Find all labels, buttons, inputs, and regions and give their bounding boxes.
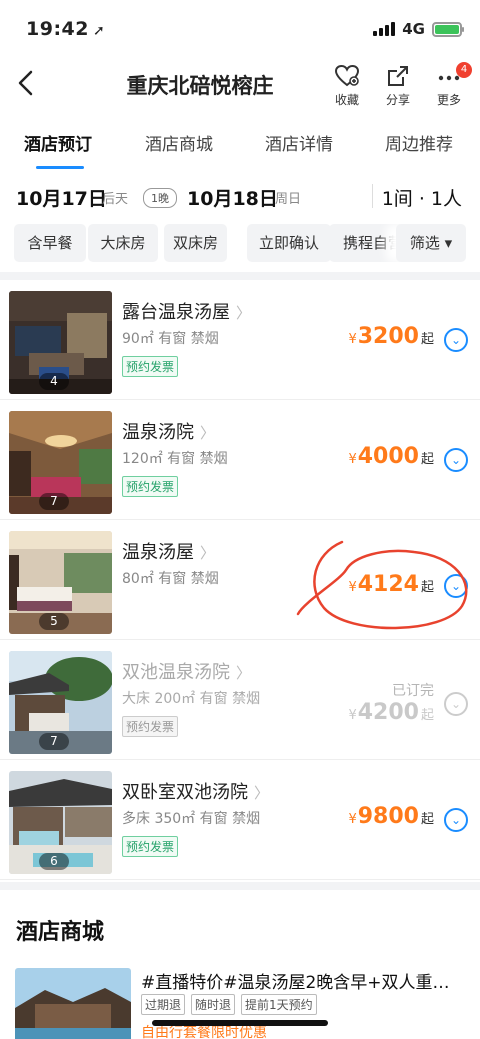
status-time: 19:42 ➚: [26, 18, 106, 40]
checkout-date[interactable]: 10月18日: [187, 184, 278, 211]
divider: [0, 882, 480, 890]
room-photo[interactable]: 7: [9, 411, 112, 514]
photo-count: 6: [39, 853, 69, 870]
room-name[interactable]: 温泉汤屋〉: [122, 538, 215, 564]
home-indicator: [152, 1020, 328, 1026]
signal-icon: [373, 22, 396, 36]
expand-chevron-icon: ⌄: [444, 692, 468, 716]
nights-badge: 1晚: [143, 188, 177, 208]
tab-hotel-details[interactable]: 酒店详情: [265, 130, 333, 155]
product-photo[interactable]: [15, 968, 131, 1039]
chevron-right-icon: 〉: [200, 544, 216, 562]
share-button[interactable]: 分享: [373, 64, 423, 108]
header: 重庆北碚悦榕庄 收藏 分享 更多 4: [0, 58, 480, 114]
room-name[interactable]: 双池温泉汤院〉: [122, 658, 251, 684]
section-title: 酒店商城: [16, 920, 105, 945]
more-label: 更多: [436, 93, 461, 107]
share-label: 分享: [385, 93, 410, 107]
room-name[interactable]: 露台温泉汤屋〉: [122, 298, 251, 324]
expand-chevron-icon[interactable]: ⌄: [444, 448, 468, 472]
room-row[interactable]: 7 温泉汤院〉 120㎡ 有窗 禁烟 预约发票 ¥4000 起 ⌄: [0, 400, 480, 520]
photo-count: 4: [39, 373, 69, 390]
divider: [0, 272, 480, 280]
rooms-guests-selector[interactable]: 1间 · 1人: [382, 184, 462, 211]
room-row[interactable]: 7 双池温泉汤院〉 大床 200㎡ 有窗 禁烟 预约发票 已订完 ¥4200 起 …: [0, 640, 480, 760]
room-row[interactable]: 4 露台温泉汤屋〉 90㎡ 有窗 禁烟 预约发票 ¥3200 起 ⌄: [0, 280, 480, 400]
chevron-right-icon: 〉: [254, 784, 270, 802]
battery-icon: [432, 21, 464, 37]
chevron-right-icon: 〉: [200, 424, 216, 442]
invoice-tag: 预约发票: [122, 356, 179, 377]
mall-product-item[interactable]: #直播特价#温泉汤屋2晚含早+双人重… 过期退 随时退 提前1天预约 自由行套餐…: [0, 962, 480, 1039]
filter-twin-bed[interactable]: 双床房: [164, 224, 227, 262]
network-label: 4G: [402, 20, 425, 38]
photo-count: 7: [39, 733, 69, 750]
favorite-label: 收藏: [334, 93, 359, 107]
more-button[interactable]: 更多 4: [424, 62, 474, 108]
date-selector[interactable]: 10月17日 后天 1晚 10月18日 周日 1间 · 1人: [0, 178, 480, 218]
room-info: 多床 350㎡ 有窗 禁烟: [122, 811, 261, 827]
room-price: ¥3200 起: [348, 324, 434, 349]
filter-button[interactable]: 筛选 ▾: [396, 224, 466, 262]
room-info: 90㎡ 有窗 禁烟: [122, 331, 219, 347]
product-tag: 过期退: [141, 994, 186, 1015]
expand-chevron-icon[interactable]: ⌄: [444, 808, 468, 832]
room-photo[interactable]: 5: [9, 531, 112, 634]
product-tag: 随时退: [191, 994, 236, 1015]
invoice-tag: 预约发票: [122, 476, 179, 497]
status-bar: 19:42 ➚ 4G: [0, 0, 480, 58]
photo-count: 7: [39, 493, 69, 510]
room-photo[interactable]: 4: [9, 291, 112, 394]
room-row[interactable]: 6 双卧室双池汤院〉 多床 350㎡ 有窗 禁烟 预约发票 ¥9800 起 ⌄: [0, 760, 480, 880]
checkin-day: 后天: [102, 192, 129, 207]
invoice-tag: 预约发票: [122, 836, 179, 857]
room-price: ¥4000 起: [348, 444, 434, 469]
filter-instant-confirm[interactable]: 立即确认: [247, 224, 331, 262]
room-row[interactable]: 5 温泉汤屋〉 80㎡ 有窗 禁烟 ¥4124 起 ⌄: [0, 520, 480, 640]
room-name[interactable]: 双卧室双池汤院〉: [122, 778, 269, 804]
product-name[interactable]: #直播特价#温泉汤屋2晚含早+双人重…: [141, 968, 471, 993]
product-tag: 提前1天预约: [241, 994, 317, 1015]
tab-bar: 酒店预订 酒店商城 酒店详情 周边推荐: [0, 126, 480, 170]
room-price: ¥9800 起: [348, 804, 434, 829]
tab-hotel-mall[interactable]: 酒店商城: [145, 130, 213, 155]
tab-hotel-booking[interactable]: 酒店预订: [24, 130, 92, 155]
room-price: ¥4200 起: [348, 700, 434, 725]
heart-icon: [322, 64, 372, 90]
room-photo[interactable]: 7: [9, 651, 112, 754]
invoice-tag: 预约发票: [122, 716, 179, 737]
notification-badge: 4: [456, 62, 472, 78]
sold-out-label: 已订完: [392, 683, 434, 699]
share-icon: [373, 64, 423, 90]
photo-count: 5: [39, 613, 69, 630]
favorite-button[interactable]: 收藏: [322, 64, 372, 108]
room-info: 大床 200㎡ 有窗 禁烟: [122, 691, 261, 707]
chevron-right-icon: 〉: [236, 304, 252, 322]
room-info: 120㎡ 有窗 禁烟: [122, 451, 228, 467]
checkin-date[interactable]: 10月17日: [16, 184, 107, 211]
room-info: 80㎡ 有窗 禁烟: [122, 571, 219, 587]
hand-drawn-circle-annotation: [296, 540, 468, 630]
checkout-day: 周日: [275, 192, 302, 207]
room-photo[interactable]: 6: [9, 771, 112, 874]
status-right: 4G: [373, 20, 464, 38]
expand-chevron-icon[interactable]: ⌄: [444, 328, 468, 352]
active-tab-indicator: [36, 166, 84, 169]
filter-breakfast[interactable]: 含早餐: [14, 224, 86, 262]
filter-king-bed[interactable]: 大床房: [88, 224, 158, 262]
location-arrow-icon: ➚: [92, 23, 106, 39]
room-name[interactable]: 温泉汤院〉: [122, 418, 215, 444]
tab-nearby[interactable]: 周边推荐: [385, 130, 453, 155]
divider: [372, 184, 373, 208]
chevron-right-icon: 〉: [236, 664, 252, 682]
